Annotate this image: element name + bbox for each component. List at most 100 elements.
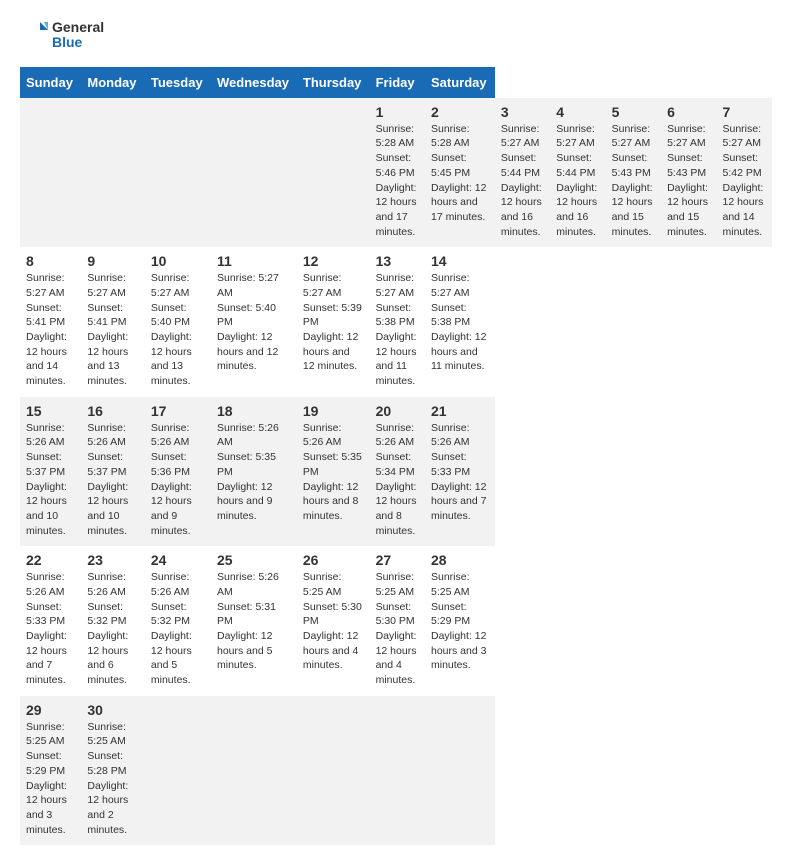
day-info: Sunrise: 5:27 AMSunset: 5:38 PMDaylight:… (431, 272, 486, 372)
logo-container: General Blue (20, 20, 104, 51)
day-number: 16 (87, 403, 139, 419)
day-info: Sunrise: 5:27 AMSunset: 5:44 PMDaylight:… (556, 123, 597, 238)
day-number: 26 (303, 552, 364, 568)
calendar-cell: 11 Sunrise: 5:27 AMSunset: 5:40 PMDaylig… (211, 247, 297, 397)
week-row-1: 1 Sunrise: 5:28 AMSunset: 5:46 PMDayligh… (20, 98, 772, 248)
calendar-cell: 14 Sunrise: 5:27 AMSunset: 5:38 PMDaylig… (425, 247, 495, 397)
calendar-cell: 9 Sunrise: 5:27 AMSunset: 5:41 PMDayligh… (81, 247, 145, 397)
calendar-cell: 29 Sunrise: 5:25 AMSunset: 5:29 PMDaylig… (20, 696, 81, 846)
day-info: Sunrise: 5:27 AMSunset: 5:38 PMDaylight:… (376, 272, 417, 387)
day-info: Sunrise: 5:26 AMSunset: 5:37 PMDaylight:… (87, 422, 128, 537)
week-row-2: 8 Sunrise: 5:27 AMSunset: 5:41 PMDayligh… (20, 247, 772, 397)
calendar-cell: 12 Sunrise: 5:27 AMSunset: 5:39 PMDaylig… (297, 247, 370, 397)
week-row-4: 22 Sunrise: 5:26 AMSunset: 5:33 PMDaylig… (20, 546, 772, 696)
day-number: 25 (217, 552, 291, 568)
day-info: Sunrise: 5:27 AMSunset: 5:42 PMDaylight:… (722, 123, 763, 238)
calendar-cell: 5 Sunrise: 5:27 AMSunset: 5:43 PMDayligh… (606, 98, 661, 248)
weekday-header-wednesday: Wednesday (211, 67, 297, 98)
calendar-table: SundayMondayTuesdayWednesdayThursdayFrid… (20, 67, 772, 846)
calendar-cell: 30 Sunrise: 5:25 AMSunset: 5:28 PMDaylig… (81, 696, 145, 846)
weekday-header-sunday: Sunday (20, 67, 81, 98)
calendar-cell: 8 Sunrise: 5:27 AMSunset: 5:41 PMDayligh… (20, 247, 81, 397)
calendar-cell: 21 Sunrise: 5:26 AMSunset: 5:33 PMDaylig… (425, 397, 495, 547)
day-number: 12 (303, 253, 364, 269)
day-info: Sunrise: 5:27 AMSunset: 5:43 PMDaylight:… (667, 123, 708, 238)
day-number: 30 (87, 702, 139, 718)
calendar-cell: 19 Sunrise: 5:26 AMSunset: 5:35 PMDaylig… (297, 397, 370, 547)
day-number: 15 (26, 403, 75, 419)
weekday-header-thursday: Thursday (297, 67, 370, 98)
day-info: Sunrise: 5:26 AMSunset: 5:31 PMDaylight:… (217, 571, 279, 671)
day-number: 24 (151, 552, 205, 568)
day-number: 7 (722, 104, 766, 120)
calendar-cell: 20 Sunrise: 5:26 AMSunset: 5:34 PMDaylig… (370, 397, 425, 547)
day-number: 14 (431, 253, 489, 269)
weekday-header-saturday: Saturday (425, 67, 495, 98)
day-number: 22 (26, 552, 75, 568)
day-number: 20 (376, 403, 419, 419)
calendar-cell: 1 Sunrise: 5:28 AMSunset: 5:46 PMDayligh… (370, 98, 425, 248)
weekday-header-monday: Monday (81, 67, 145, 98)
day-info: Sunrise: 5:26 AMSunset: 5:34 PMDaylight:… (376, 422, 417, 537)
weekday-header-row: SundayMondayTuesdayWednesdayThursdayFrid… (20, 67, 772, 98)
day-number: 19 (303, 403, 364, 419)
day-info: Sunrise: 5:26 AMSunset: 5:32 PMDaylight:… (151, 571, 192, 686)
calendar-cell: 4 Sunrise: 5:27 AMSunset: 5:44 PMDayligh… (550, 98, 605, 248)
day-number: 10 (151, 253, 205, 269)
calendar-cell (297, 696, 370, 846)
calendar-cell: 2 Sunrise: 5:28 AMSunset: 5:45 PMDayligh… (425, 98, 495, 248)
day-info: Sunrise: 5:28 AMSunset: 5:45 PMDaylight:… (431, 123, 486, 223)
day-info: Sunrise: 5:27 AMSunset: 5:44 PMDaylight:… (501, 123, 542, 238)
day-number: 8 (26, 253, 75, 269)
day-number: 21 (431, 403, 489, 419)
day-number: 1 (376, 104, 419, 120)
calendar-cell: 27 Sunrise: 5:25 AMSunset: 5:30 PMDaylig… (370, 546, 425, 696)
day-info: Sunrise: 5:25 AMSunset: 5:29 PMDaylight:… (26, 721, 67, 836)
calendar-cell: 6 Sunrise: 5:27 AMSunset: 5:43 PMDayligh… (661, 98, 716, 248)
day-info: Sunrise: 5:26 AMSunset: 5:36 PMDaylight:… (151, 422, 192, 537)
day-info: Sunrise: 5:26 AMSunset: 5:33 PMDaylight:… (431, 422, 486, 522)
calendar-cell (81, 98, 145, 248)
day-info: Sunrise: 5:27 AMSunset: 5:41 PMDaylight:… (87, 272, 128, 387)
day-number: 5 (612, 104, 655, 120)
calendar-cell (425, 696, 495, 846)
calendar-cell (211, 696, 297, 846)
calendar-cell: 22 Sunrise: 5:26 AMSunset: 5:33 PMDaylig… (20, 546, 81, 696)
day-info: Sunrise: 5:26 AMSunset: 5:33 PMDaylight:… (26, 571, 67, 686)
calendar-cell: 24 Sunrise: 5:26 AMSunset: 5:32 PMDaylig… (145, 546, 211, 696)
day-info: Sunrise: 5:25 AMSunset: 5:28 PMDaylight:… (87, 721, 128, 836)
day-info: Sunrise: 5:26 AMSunset: 5:32 PMDaylight:… (87, 571, 128, 686)
calendar-cell (145, 696, 211, 846)
calendar-cell (211, 98, 297, 248)
week-row-3: 15 Sunrise: 5:26 AMSunset: 5:37 PMDaylig… (20, 397, 772, 547)
day-number: 4 (556, 104, 599, 120)
calendar-cell: 17 Sunrise: 5:26 AMSunset: 5:36 PMDaylig… (145, 397, 211, 547)
calendar-cell (145, 98, 211, 248)
day-info: Sunrise: 5:27 AMSunset: 5:40 PMDaylight:… (217, 272, 279, 372)
day-info: Sunrise: 5:27 AMSunset: 5:41 PMDaylight:… (26, 272, 67, 387)
day-number: 6 (667, 104, 710, 120)
calendar-cell: 18 Sunrise: 5:26 AMSunset: 5:35 PMDaylig… (211, 397, 297, 547)
calendar-cell (297, 98, 370, 248)
calendar-cell: 3 Sunrise: 5:27 AMSunset: 5:44 PMDayligh… (495, 98, 550, 248)
day-number: 28 (431, 552, 489, 568)
day-info: Sunrise: 5:25 AMSunset: 5:30 PMDaylight:… (376, 571, 417, 686)
calendar-cell: 25 Sunrise: 5:26 AMSunset: 5:31 PMDaylig… (211, 546, 297, 696)
logo: General Blue (20, 20, 104, 51)
weekday-header-friday: Friday (370, 67, 425, 98)
day-info: Sunrise: 5:25 AMSunset: 5:30 PMDaylight:… (303, 571, 362, 671)
day-info: Sunrise: 5:28 AMSunset: 5:46 PMDaylight:… (376, 123, 417, 238)
week-row-5: 29 Sunrise: 5:25 AMSunset: 5:29 PMDaylig… (20, 696, 772, 846)
calendar-cell: 26 Sunrise: 5:25 AMSunset: 5:30 PMDaylig… (297, 546, 370, 696)
day-info: Sunrise: 5:26 AMSunset: 5:35 PMDaylight:… (217, 422, 279, 522)
day-number: 11 (217, 253, 291, 269)
weekday-header-tuesday: Tuesday (145, 67, 211, 98)
day-number: 2 (431, 104, 489, 120)
day-info: Sunrise: 5:27 AMSunset: 5:43 PMDaylight:… (612, 123, 653, 238)
calendar-cell (20, 98, 81, 248)
calendar-cell: 7 Sunrise: 5:27 AMSunset: 5:42 PMDayligh… (716, 98, 772, 248)
calendar-cell: 23 Sunrise: 5:26 AMSunset: 5:32 PMDaylig… (81, 546, 145, 696)
calendar-cell: 15 Sunrise: 5:26 AMSunset: 5:37 PMDaylig… (20, 397, 81, 547)
day-info: Sunrise: 5:27 AMSunset: 5:39 PMDaylight:… (303, 272, 362, 372)
calendar-cell (370, 696, 425, 846)
